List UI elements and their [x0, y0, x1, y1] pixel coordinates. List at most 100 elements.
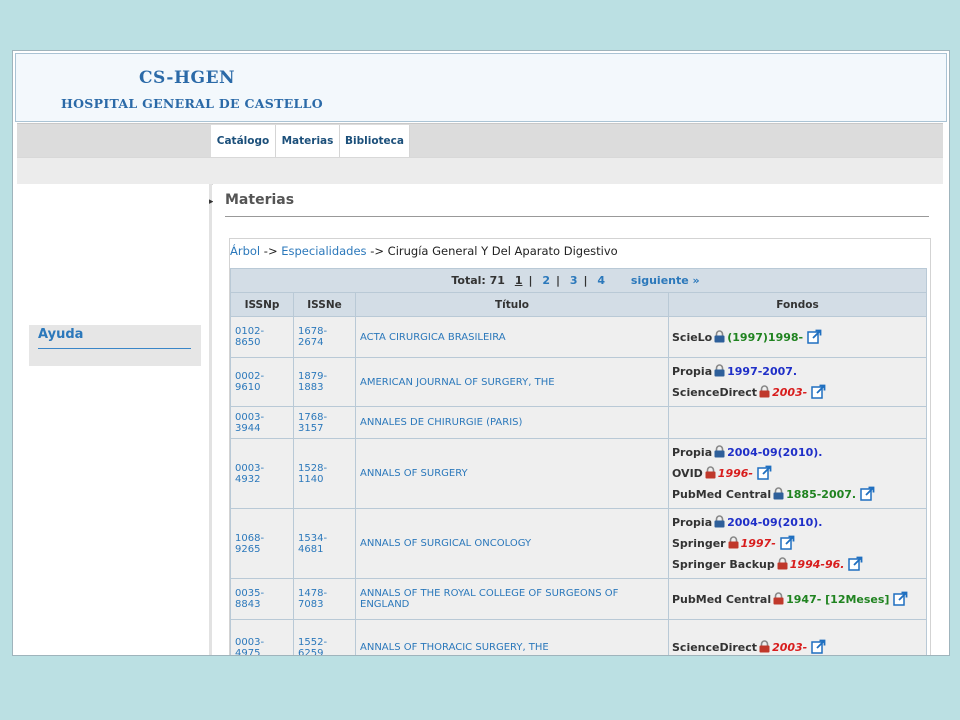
issne-link[interactable]: 1534-4681	[298, 533, 327, 555]
lock-icon	[757, 385, 772, 399]
journal-title-link[interactable]: ANNALS OF SURGERY	[360, 468, 468, 479]
external-link-icon[interactable]	[753, 465, 772, 480]
page-3-link[interactable]: 3	[570, 274, 578, 287]
holding-source: ScieLo	[672, 330, 713, 344]
issnp-link[interactable]: 0003-3944	[235, 412, 264, 434]
issne-link[interactable]: 1678-2674	[298, 326, 327, 348]
journal-title-link[interactable]: ANNALS OF THORACIC SURGERY, THE	[360, 642, 549, 653]
results-box: Árbol -> Especialidades -> Cirugía Gener…	[229, 238, 931, 656]
issnp-link[interactable]: 1068-9265	[235, 533, 264, 555]
journal-title-link[interactable]: AMERICAN JOURNAL OF SURGERY, THE	[360, 377, 555, 388]
page-1-link[interactable]: 1	[515, 274, 523, 287]
issne-cell[interactable]: 1528-1140	[293, 438, 356, 509]
journals-table: Total: 71 1 | 2 | 3 | 4 siguiente » ISSNp I…	[229, 268, 928, 656]
issnp-cell[interactable]: 0035-8843	[230, 578, 294, 620]
issnp-link[interactable]: 0002-9610	[235, 371, 264, 393]
site-title[interactable]: CS-HGEN	[139, 68, 235, 88]
holding-entry: Propia 2004-09(2010).	[672, 512, 923, 533]
issne-link[interactable]: 1768-3157	[298, 412, 327, 434]
column-header-issnp[interactable]: ISSNp	[230, 292, 294, 317]
table-row: 0003-4975 1552-6259 ANNALS OF THORACIC SUR…	[230, 619, 928, 656]
issnp-cell[interactable]: 0002-9610	[230, 357, 294, 407]
issne-cell[interactable]: 1534-4681	[293, 508, 356, 579]
issnp-link[interactable]: 0003-4975	[235, 637, 264, 656]
journal-title-link[interactable]: ANNALS OF SURGICAL ONCOLOGY	[360, 538, 531, 549]
external-link-icon[interactable]	[856, 486, 875, 501]
column-header-issne[interactable]: ISSNe	[293, 292, 356, 317]
main-nav: Catálogo Materias Biblioteca	[17, 123, 943, 158]
title-cell[interactable]: ANNALS OF SURGICAL ONCOLOGY	[355, 508, 669, 579]
holding-coverage: 1947- [12Meses]	[786, 592, 890, 606]
lock-icon	[775, 557, 790, 571]
holding-entry: Springer Backup 1994-96.	[672, 554, 923, 575]
page-4-link[interactable]: 4	[597, 274, 605, 287]
holding-source: PubMed Central	[672, 592, 772, 606]
help-link[interactable]: Ayuda	[38, 327, 83, 342]
issne-link[interactable]: 1528-1140	[298, 463, 327, 485]
holding-source: ScienceDirect	[672, 641, 758, 654]
issnp-link[interactable]: 0102-8650	[235, 326, 264, 348]
issne-cell[interactable]: 1478-7083	[293, 578, 356, 620]
external-link-icon[interactable]	[807, 384, 826, 399]
table-row: 0003-3944 1768-3157 ANNALES DE CHIRURGIE (…	[230, 406, 928, 439]
lock-icon	[703, 466, 718, 480]
issne-link[interactable]: 1478-7083	[298, 588, 327, 610]
issne-link[interactable]: 1552-6259	[298, 637, 327, 656]
holding-coverage: 2004-09(2010).	[727, 446, 823, 459]
breadcrumb: Árbol -> Especialidades -> Cirugía Gener…	[230, 244, 618, 258]
lock-icon	[712, 364, 727, 378]
site-subtitle: HOSPITAL GENERAL DE CASTELLO	[61, 96, 323, 111]
holding-source: PubMed Central	[672, 488, 772, 501]
breadcrumb-especialidades-link[interactable]: Especialidades	[281, 244, 366, 258]
page-2-link[interactable]: 2	[542, 274, 550, 287]
holding-source: Propia	[672, 516, 713, 529]
holding-entry: Propia 2004-09(2010).	[672, 442, 923, 463]
title-cell[interactable]: AMERICAN JOURNAL OF SURGERY, THE	[355, 357, 669, 407]
holding-coverage: 2003-	[772, 386, 808, 399]
journal-title-link[interactable]: ACTA CIRURGICA BRASILEIRA	[360, 332, 506, 343]
title-cell[interactable]: ANNALS OF THORACIC SURGERY, THE	[355, 619, 669, 655]
tab-catalogo[interactable]: Catálogo	[211, 125, 276, 158]
title-cell[interactable]: ANNALS OF THE ROYAL COLLEGE OF SURGEONS …	[355, 578, 669, 620]
title-cell[interactable]: ACTA CIRURGICA BRASILEIRA	[355, 316, 669, 358]
pagination-row: Total: 71 1 | 2 | 3 | 4 siguiente »	[229, 268, 928, 293]
issnp-cell[interactable]: 0003-4932	[230, 438, 294, 509]
external-link-icon[interactable]	[844, 556, 863, 571]
pagination: Total: 71 1 | 2 | 3 | 4 siguiente »	[229, 268, 928, 293]
external-link-icon[interactable]	[889, 591, 908, 606]
issne-cell[interactable]: 1768-3157	[293, 406, 356, 439]
holding-coverage: 1885-2007.	[786, 488, 857, 501]
breadcrumb-current: Cirugía General Y Del Aparato Digestivo	[387, 244, 618, 258]
title-cell[interactable]: ANNALS OF SURGERY	[355, 438, 669, 509]
external-link-icon[interactable]	[803, 329, 822, 344]
fondos-cell: Propia 1997-2007. ScienceDirect 2003-	[667, 357, 928, 407]
lock-icon	[771, 487, 786, 501]
holding-source: Springer	[672, 537, 726, 550]
external-link-icon[interactable]	[807, 639, 826, 654]
issnp-cell[interactable]: 1068-9265	[230, 508, 294, 579]
left-sidebar: Ayuda	[17, 184, 209, 655]
issnp-cell[interactable]: 0003-3944	[230, 406, 294, 439]
tab-biblioteca[interactable]: Biblioteca	[340, 125, 410, 158]
journal-title-link[interactable]: ANNALS OF THE ROYAL COLLEGE OF SURGEONS …	[360, 588, 618, 610]
issnp-cell[interactable]: 0003-4975	[230, 619, 294, 656]
title-cell[interactable]: ANNALES DE CHIRURGIE (PARIS)	[355, 406, 669, 439]
column-header-titulo[interactable]: Título	[355, 292, 669, 317]
holding-coverage: 1997-2007.	[727, 365, 798, 378]
issne-cell[interactable]: 1552-6259	[293, 619, 356, 656]
issnp-link[interactable]: 0003-4932	[235, 463, 264, 485]
column-header-fondos[interactable]: Fondos	[667, 292, 928, 317]
journal-title-link[interactable]: ANNALES DE CHIRURGIE (PARIS)	[360, 417, 522, 428]
breadcrumb-root-link[interactable]: Árbol	[230, 244, 260, 258]
issne-cell[interactable]: 1879-1883	[293, 357, 356, 407]
issne-cell[interactable]: 1678-2674	[293, 316, 356, 358]
page-separator: |	[528, 274, 533, 287]
issne-link[interactable]: 1879-1883	[298, 371, 327, 393]
next-page-link[interactable]: siguiente »	[631, 274, 700, 287]
issnp-link[interactable]: 0035-8843	[235, 588, 264, 610]
title-divider	[225, 216, 929, 217]
tab-materias[interactable]: Materias	[276, 125, 340, 158]
issnp-cell[interactable]: 0102-8650	[230, 316, 294, 358]
holding-coverage: 2003-	[772, 641, 808, 654]
external-link-icon[interactable]	[776, 535, 795, 550]
